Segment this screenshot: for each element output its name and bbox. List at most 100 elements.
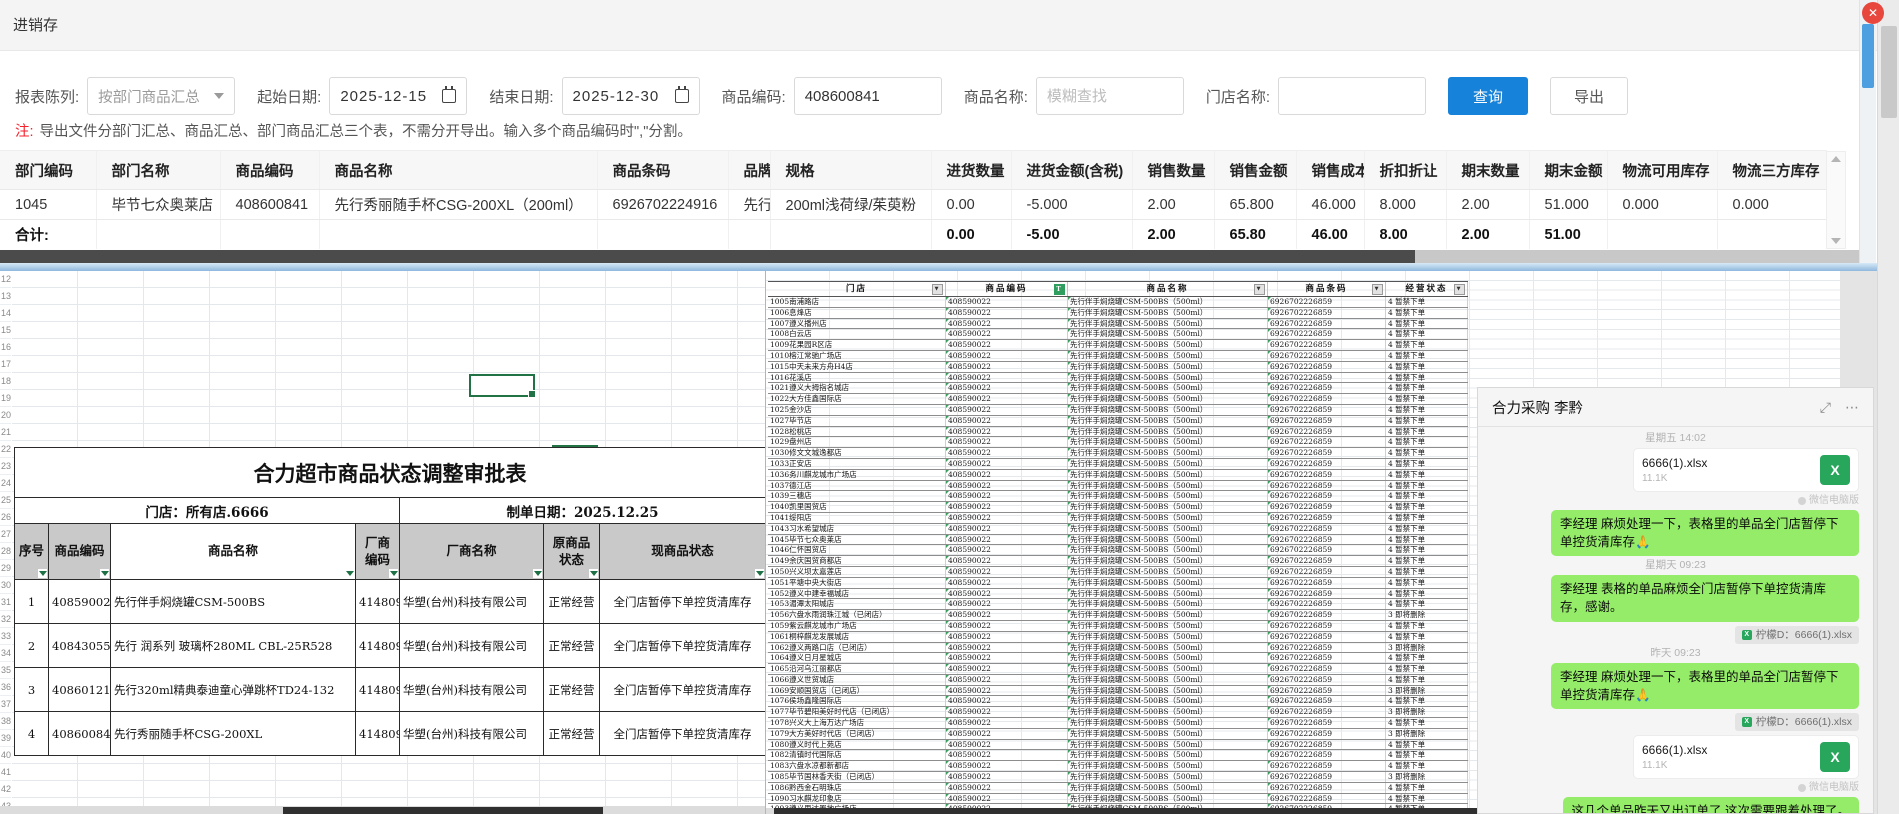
report-data-row[interactable]: 1045毕节七众奥莱店408600841先行秀丽随手杯CSG-200XL（200… xyxy=(0,190,1826,220)
store-row[interactable]: 1005南浦路店 408590022 先行伴手焖烧罐CSM-500BS（500m… xyxy=(768,297,1468,308)
sent-message-bubble[interactable]: 这几个单品昨天又出订单了 这次需要跟着处理了。 xyxy=(1563,797,1859,813)
store-row[interactable]: 1037德江店 408590022 先行伴手焖烧罐CSM-500BS（500ml… xyxy=(768,481,1468,492)
scroll-up-icon[interactable] xyxy=(1831,156,1841,162)
product-code-input[interactable] xyxy=(794,77,942,115)
store-row[interactable]: 1007遵义播州店 408590022 先行伴手焖烧罐CSM-500BS（500… xyxy=(768,319,1468,330)
filter-dropdown-icon[interactable]: ▼ xyxy=(932,284,943,295)
store-row[interactable]: 1052遵义中建幸福城店 408590022 先行伴手焖烧罐CSM-500BS（… xyxy=(768,589,1468,600)
store-row[interactable]: 1039三穗店 408590022 先行伴手焖烧罐CSM-500BS（500ml… xyxy=(768,491,1468,502)
sent-message-bubble[interactable]: 李经理 麻烦处理一下，表格里的单品全门店暂停下单控货清库存🙏 xyxy=(1551,510,1859,556)
sent-message-bubble[interactable]: 李经理 麻烦处理一下，表格里的单品全门店暂停下单控货清库存🙏 xyxy=(1551,663,1859,709)
sent-message-bubble[interactable]: 李经理 表格的单品麻烦全门店暂停下单控货清库存，感谢。 xyxy=(1551,575,1859,621)
store-row[interactable]: 1082清镇时代国际店 408590022 先行伴手焖烧罐CSM-500BS（5… xyxy=(768,750,1468,761)
store-row[interactable]: 1009花果园R区店 408590022 先行伴手焖烧罐CSM-500BS（50… xyxy=(768,340,1468,351)
expand-icon[interactable]: ⤢ xyxy=(1820,399,1831,416)
store-row[interactable]: 1064遵义日月星城店 408590022 先行伴手焖烧罐CSM-500BS（5… xyxy=(768,653,1468,664)
filter-dropdown-icon[interactable]: ▼ xyxy=(1454,284,1465,295)
form-data-row[interactable]: 1 408590022 先行伴手焖烧罐CSM-500BS 4148098 华塑(… xyxy=(15,580,766,624)
form-data-row[interactable]: 3 408601210 先行320ml精典泰迪童心弹跳杯TD24-132 414… xyxy=(15,668,766,712)
store-row[interactable]: 1069安顺国贸店（已闭店） 408590022 先行伴手焖烧罐CSM-500B… xyxy=(768,686,1468,697)
filter-dropdown-icon[interactable]: ▼ xyxy=(1254,284,1265,295)
file-message[interactable]: 6666(1).xlsx 11.1K X xyxy=(1633,735,1859,779)
store-row[interactable]: 1083六盘水凉都新都店 408590022 先行伴手焖烧罐CSM-500BS（… xyxy=(768,761,1468,772)
store-row[interactable]: 1066遵义世贸城店 408590022 先行伴手焖烧罐CSM-500BS（50… xyxy=(768,675,1468,686)
store-row[interactable]: 1028松桃店 408590022 先行伴手焖烧罐CSM-500BS（500ml… xyxy=(768,427,1468,438)
store-row[interactable]: 1030修文文城逸都店 408590022 先行伴手焖烧罐CSM-500BS（5… xyxy=(768,448,1468,459)
inner-vertical-scrollbar[interactable] xyxy=(1859,0,1876,263)
scrollbar-thumb[interactable] xyxy=(0,250,1415,263)
excel-approval-window[interactable]: 1213141516171819202122232425262728293031… xyxy=(0,271,766,814)
store-row[interactable]: 1077毕节碧阳美好时代店（已闭店） 408590022 先行伴手焖烧罐CSM-… xyxy=(768,707,1468,718)
store-row[interactable]: 1062遵义两路口店（已闭店） 408590022 先行伴手焖烧罐CSM-500… xyxy=(768,643,1468,654)
filter-dropdown-icon[interactable] xyxy=(345,569,354,578)
scrollbar-thumb[interactable] xyxy=(283,807,603,814)
filter-dropdown-icon[interactable] xyxy=(38,569,47,578)
scrollbar-thumb[interactable] xyxy=(1862,24,1874,88)
store-row[interactable]: 1061桐梓麒龙发展城店 408590022 先行伴手焖烧罐CSM-500BS（… xyxy=(768,632,1468,643)
form-data-row[interactable]: 4 408600841 先行秀丽随手杯CSG-200XL 4148098 华塑(… xyxy=(15,712,766,756)
store-row[interactable]: 1036务川麒龙城市广场店 408590022 先行伴手焖烧罐CSM-500BS… xyxy=(768,470,1468,481)
store-row[interactable]: 1056六盘水雨润珠江城（已闭店） 408590022 先行伴手焖烧罐CSM-5… xyxy=(768,610,1468,621)
product-name-input[interactable] xyxy=(1036,77,1184,115)
file-message[interactable]: 6666(1).xlsx 11.1K X xyxy=(1633,448,1859,492)
filter-dropdown-icon[interactable] xyxy=(533,569,542,578)
more-icon[interactable]: ⋯ xyxy=(1845,399,1859,416)
report-type-select[interactable]: 按部门商品汇总 xyxy=(87,77,235,115)
selected-cell[interactable] xyxy=(469,374,535,397)
modal-horizontal-scrollbar[interactable] xyxy=(0,250,1860,263)
store-name-input[interactable] xyxy=(1278,77,1426,115)
store-row[interactable]: 1008白云店 408590022 先行伴手焖烧罐CSM-500BS（500ml… xyxy=(768,329,1468,340)
store-row[interactable]: 1040凯里国贸店 408590022 先行伴手焖烧罐CSM-500BS（500… xyxy=(768,502,1468,513)
store-row[interactable]: 1090习水麒龙印象店 408590022 先行伴手焖烧罐CSM-500BS（5… xyxy=(768,794,1468,805)
close-icon[interactable]: ✕ xyxy=(1862,2,1884,24)
filter-dropdown-icon[interactable]: ▼ xyxy=(1372,284,1383,295)
store-row[interactable]: 1016花溪店 408590022 先行伴手焖烧罐CSM-500BS（500ml… xyxy=(768,373,1468,384)
store-row[interactable]: 1027毕节店 408590022 先行伴手焖烧罐CSM-500BS（500ml… xyxy=(768,416,1468,427)
filter-active-icon[interactable]: T xyxy=(1054,284,1065,295)
column-header: 规格 xyxy=(770,151,931,190)
store-row[interactable]: 1022大方佳鑫国际店 408590022 先行伴手焖烧罐CSM-500BS（5… xyxy=(768,394,1468,405)
store-row[interactable]: 1025金沙店 408590022 先行伴手焖烧罐CSM-500BS（500ml… xyxy=(768,405,1468,416)
form-data-row[interactable]: 2 408430551 先行 润系列 玻璃杯280ML CBL-25R528 4… xyxy=(15,624,766,668)
filter-dropdown-icon[interactable] xyxy=(389,569,398,578)
store-row[interactable]: 1006息烽店 408590022 先行伴手焖烧罐CSM-500BS（500ml… xyxy=(768,308,1468,319)
store-row[interactable]: 1065沿河乌江丽都店 408590022 先行伴手焖烧罐CSM-500BS（5… xyxy=(768,664,1468,675)
store-row[interactable]: 1050兴义坝太嘉莲店 408590022 先行伴手焖烧罐CSM-500BS（5… xyxy=(768,567,1468,578)
export-button[interactable]: 导出 xyxy=(1550,77,1628,115)
start-date-input[interactable]: 2025-12-15 xyxy=(329,77,467,115)
scrollbar-thumb[interactable] xyxy=(1881,26,1897,118)
window-vertical-scrollbar[interactable] xyxy=(1877,0,1899,814)
end-date-input[interactable]: 2025-12-30 xyxy=(562,77,700,115)
store-row[interactable]: 1046仁怀国贸店 408590022 先行伴手焖烧罐CSM-500BS（500… xyxy=(768,545,1468,556)
column-header: 物流可用库存 xyxy=(1607,151,1717,190)
store-row[interactable]: 1053湄潭太阳城店 408590022 先行伴手焖烧罐CSM-500BS（50… xyxy=(768,599,1468,610)
filter-dropdown-icon[interactable] xyxy=(589,569,598,578)
store-row[interactable]: 1049余庆国贸商都店 408590022 先行伴手焖烧罐CSM-500BS（5… xyxy=(768,556,1468,567)
store-row[interactable]: 1010榕江常驰广场店 408590022 先行伴手焖烧罐CSM-500BS（5… xyxy=(768,351,1468,362)
filter-dropdown-icon[interactable] xyxy=(755,569,764,578)
store-row[interactable]: 1059紫云麒龙城市广场店 408590022 先行伴手焖烧罐CSM-500BS… xyxy=(768,621,1468,632)
excel1-horizontal-scrollbar[interactable] xyxy=(0,806,765,814)
store-row[interactable]: 1080遵义时代上苑店 408590022 先行伴手焖烧罐CSM-500BS（5… xyxy=(768,740,1468,751)
store-row[interactable]: 1076侯场鑫隆国际店 408590022 先行伴手焖烧罐CSM-500BS（5… xyxy=(768,696,1468,707)
store-row[interactable]: 1045毕节七众奥莱店 408590022 先行伴手焖烧罐CSM-500BS（5… xyxy=(768,535,1468,546)
quoted-file-chip[interactable]: X柠檬D：6666(1).xlsx xyxy=(1735,626,1859,644)
row-number: 12 xyxy=(0,271,11,288)
filter-dropdown-icon[interactable] xyxy=(100,569,109,578)
store-row[interactable]: 1041绥阳店 408590022 先行伴手焖烧罐CSM-500BS（500ml… xyxy=(768,513,1468,524)
store-row[interactable]: 1086黔西金石明珠店 408590022 先行伴手焖烧罐CSM-500BS（5… xyxy=(768,783,1468,794)
quoted-file-chip[interactable]: X柠檬D：6666(1).xlsx xyxy=(1735,713,1859,731)
store-row[interactable]: 1033正安店 408590022 先行伴手焖烧罐CSM-500BS（500ml… xyxy=(768,459,1468,470)
store-row[interactable]: 1079大方美好时代店（已闭店） 408590022 先行伴手焖烧罐CSM-50… xyxy=(768,729,1468,740)
store-row[interactable]: 1021遵义大拇指名城店 408590022 先行伴手焖烧罐CSM-500BS（… xyxy=(768,383,1468,394)
table-vertical-scrollbar[interactable] xyxy=(1826,151,1846,249)
store-row[interactable]: 1043习水希望城店 408590022 先行伴手焖烧罐CSM-500BS（50… xyxy=(768,524,1468,535)
store-row[interactable]: 1078兴义大上海万达广场店 408590022 先行伴手焖烧罐CSM-500B… xyxy=(768,718,1468,729)
store-row[interactable]: 1015中天未来方舟H4店 408590022 先行伴手焖烧罐CSM-500BS… xyxy=(768,362,1468,373)
scroll-down-icon[interactable] xyxy=(1831,238,1841,244)
store-row[interactable]: 1029盘州店 408590022 先行伴手焖烧罐CSM-500BS（500ml… xyxy=(768,437,1468,448)
scrollbar-thumb[interactable] xyxy=(774,808,1484,814)
query-button[interactable]: 查询 xyxy=(1448,77,1528,115)
store-row[interactable]: 1085毕节国林香天街（已闭店） 408590022 先行伴手焖烧罐CSM-50… xyxy=(768,772,1468,783)
store-row[interactable]: 1051平塘中央大街店 408590022 先行伴手焖烧罐CSM-500BS（5… xyxy=(768,578,1468,589)
